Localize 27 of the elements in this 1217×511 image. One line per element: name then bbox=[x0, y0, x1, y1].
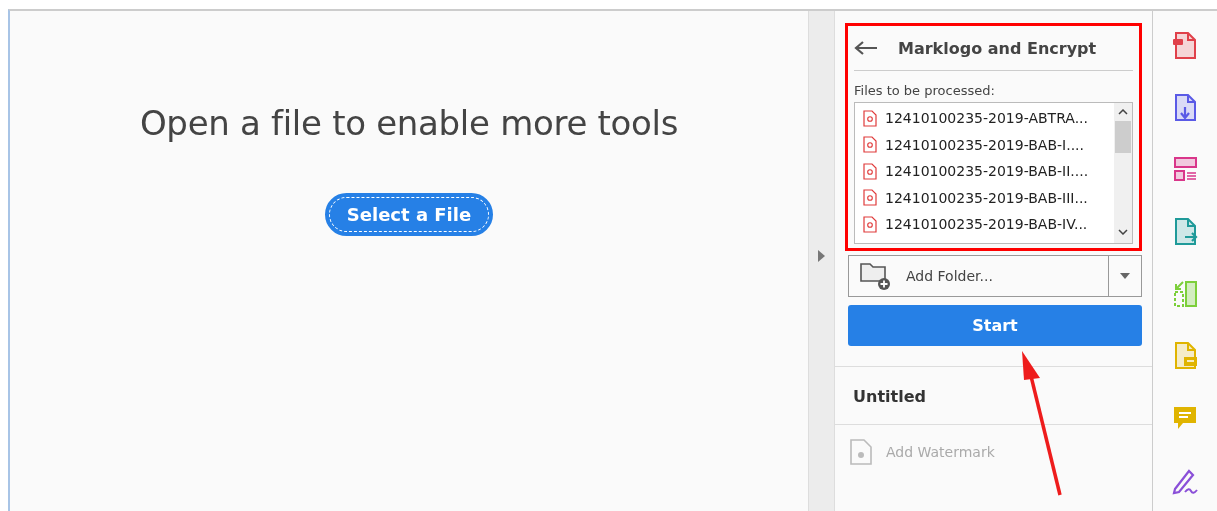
select-file-button[interactable]: Select a File bbox=[324, 193, 494, 236]
tool-icon[interactable] bbox=[1171, 31, 1199, 61]
files-label: Files to be processed: bbox=[854, 83, 996, 98]
pdf-file-icon bbox=[863, 162, 877, 180]
scroll-thumb[interactable] bbox=[1115, 121, 1131, 153]
pdf-file-icon bbox=[863, 109, 877, 127]
empty-state-message: Open a file to enable more tools bbox=[139, 103, 679, 143]
caret-icon[interactable] bbox=[1120, 273, 1130, 279]
pdf-file-icon bbox=[863, 189, 877, 207]
file-item[interactable]: 12410100235-2019-BAB-II.... bbox=[855, 158, 1114, 185]
start-button[interactable]: Start bbox=[848, 305, 1142, 346]
add-folder-icon bbox=[860, 261, 892, 291]
pdf-file-icon bbox=[863, 215, 877, 233]
file-item[interactable]: 12410100235-2019-BAB-I.... bbox=[855, 131, 1114, 158]
panel-title: Marklogo and Encrypt bbox=[898, 38, 1097, 58]
scroll-down-icon[interactable] bbox=[1118, 229, 1128, 235]
scrollbar[interactable] bbox=[1114, 103, 1132, 243]
back-arrow-icon[interactable] bbox=[854, 41, 878, 55]
pdf-file-icon bbox=[863, 136, 877, 154]
expand-panel-icon[interactable] bbox=[818, 250, 825, 262]
file-item[interactable]: 12410100235-2019-BAB-III... bbox=[855, 184, 1114, 211]
file-list[interactable]: 12410100235-2019-ABTRA... 12410100235-2019-BAB-I.... 12410100235-2019-BAB-II.... 12410100235-2019-BAB-III... 12410100235-2019-BAB-IV... bbox=[854, 102, 1133, 244]
scroll-up-icon[interactable] bbox=[1118, 109, 1128, 115]
file-item[interactable]: 12410100235-2019-BAB-IV... bbox=[855, 211, 1114, 238]
file-item[interactable]: 12410100235-2019-ABTRA... bbox=[855, 105, 1114, 132]
add-folder-dropdown[interactable]: Add Folder... bbox=[848, 255, 1142, 297]
file-icon bbox=[850, 439, 872, 465]
